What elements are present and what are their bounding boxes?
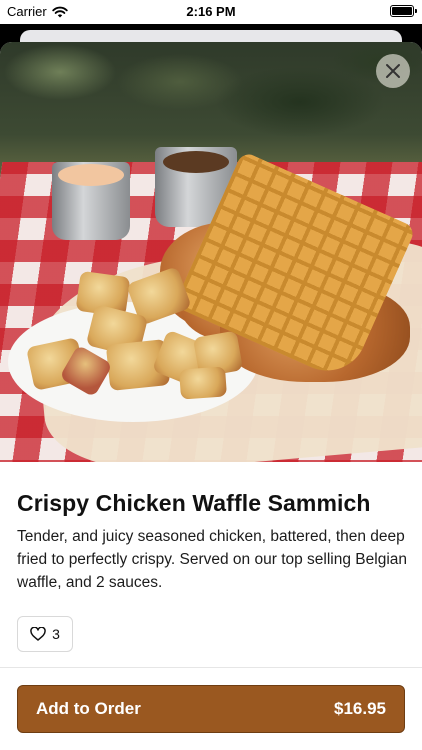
like-button[interactable]: 3	[17, 616, 73, 652]
close-icon	[386, 64, 400, 78]
status-time: 2:16 PM	[186, 4, 236, 19]
close-button[interactable]	[376, 54, 410, 88]
heart-outline-icon	[30, 627, 46, 641]
add-to-order-label: Add to Order	[36, 699, 141, 718]
item-detail-sheet: Crispy Chicken Waffle Sammich Tender, an…	[0, 42, 422, 750]
item-description: Tender, and juicy seasoned chicken, batt…	[17, 528, 407, 591]
item-price: $16.95	[334, 699, 386, 718]
divider	[0, 667, 422, 668]
status-bar: Carrier 2:16 PM	[0, 0, 422, 24]
like-count: 3	[52, 626, 60, 642]
battery-icon	[390, 5, 417, 17]
item-title: Crispy Chicken Waffle Sammich	[17, 490, 371, 516]
item-photo	[0, 42, 422, 462]
add-to-order-button[interactable]: Add to Order $16.95	[17, 685, 405, 733]
photo-potato	[179, 366, 227, 400]
battery-level	[392, 7, 412, 15]
photo-sauce-cup	[52, 162, 130, 240]
